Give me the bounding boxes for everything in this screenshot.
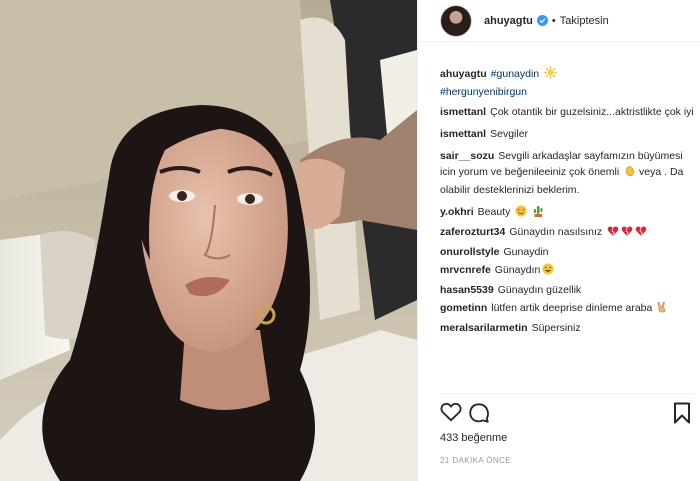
comment-text: Çok otantik bir guzelsiniz...aktristlikt…	[490, 106, 694, 118]
bookmark-icon[interactable]	[672, 402, 696, 424]
comment-text: Günaydın	[494, 264, 541, 276]
list-item: ismettanl Sevgiler	[440, 126, 694, 142]
heart-icon[interactable]	[440, 402, 464, 424]
list-item: zaferozturt34 Günaydın nasılsınız	[440, 224, 694, 242]
list-item: hasan5539 Günaydın güzellik	[440, 282, 694, 298]
sun-emoji	[544, 66, 557, 84]
comment-text: Beauty	[477, 206, 511, 218]
list-item: sair__sozu Sevgili arkadaşlar sayfamızın …	[440, 148, 694, 198]
laughing-emoji	[542, 263, 554, 280]
post-photo[interactable]	[0, 0, 417, 481]
list-item: ismettanl Çok otantik bir guzelsiniz...ak…	[440, 104, 694, 120]
likes-count[interactable]: 433 beğenme	[440, 432, 507, 444]
list-item: gometinn lütfen artik deeprise dinleme ar…	[440, 300, 694, 318]
clap-emoji	[624, 165, 636, 182]
comment-username[interactable]: ismettanl	[440, 128, 486, 140]
victory-hand-emoji	[657, 301, 667, 318]
comment-icon[interactable]	[468, 402, 492, 424]
instagram-post: ahuyagtu • Takiptesin ahuyagtu #gunaydin …	[0, 0, 700, 481]
comment-text: Sevgiler	[490, 128, 529, 140]
post-side-panel: ahuyagtu • Takiptesin ahuyagtu #gunaydin …	[417, 0, 700, 481]
header-separator: •	[551, 14, 556, 27]
cactus-emoji	[532, 205, 544, 222]
comment-username[interactable]: mrvcnrefe	[440, 264, 491, 276]
list-item: onurollstyle Gunaydin	[440, 244, 694, 260]
comment-text: Günaydın nasılsınız	[509, 226, 603, 238]
follow-status-button[interactable]: Takiptesin	[560, 15, 609, 27]
comment-username[interactable]: ismettanl	[440, 106, 486, 118]
heart-eyes-emoji	[515, 205, 527, 222]
comment-username[interactable]: gometinn	[440, 302, 487, 314]
avatar[interactable]	[440, 4, 472, 37]
post-timestamp[interactable]: 21 DAKİKA ÖNCE	[440, 456, 511, 465]
comment-username[interactable]: meralsarilarmetin	[440, 322, 528, 334]
verified-badge-icon	[536, 15, 548, 26]
comments-list: ahuyagtu #gunaydin #hergunyenibirgun isme…	[440, 66, 694, 390]
comment-text: lütfen artik deeprise dinleme araba	[491, 302, 653, 314]
comment-text: Gunaydin	[503, 246, 549, 258]
comment-username[interactable]: sair__sozu	[440, 150, 494, 162]
list-item: y.okhri Beauty	[440, 204, 694, 222]
post-header: ahuyagtu • Takiptesin	[418, 0, 700, 42]
post-actions	[440, 402, 694, 424]
broken-heart-emoji	[607, 225, 647, 242]
comment-text: Süpersiniz	[531, 322, 581, 334]
list-item: meralsarilarmetin Süpersiniz	[440, 320, 694, 336]
selfie-image	[0, 0, 417, 481]
hashtag-link[interactable]: #gunaydin	[491, 68, 539, 80]
caption: ahuyagtu #gunaydin #hergunyenibirgun	[440, 66, 694, 100]
caption-username[interactable]: ahuyagtu	[440, 68, 487, 80]
list-item: mrvcnrefe Günaydın	[440, 262, 694, 280]
comment-username[interactable]: y.okhri	[440, 206, 474, 218]
comment-text: Günaydın güzellik	[497, 284, 582, 296]
comment-username[interactable]: hasan5539	[440, 284, 494, 296]
actions-divider	[440, 393, 694, 394]
comment-username[interactable]: onurollstyle	[440, 246, 500, 258]
hashtag-link[interactable]: #hergunyenibirgun	[440, 86, 527, 98]
comment-username[interactable]: zaferozturt34	[440, 226, 505, 238]
author-username[interactable]: ahuyagtu	[484, 15, 533, 27]
